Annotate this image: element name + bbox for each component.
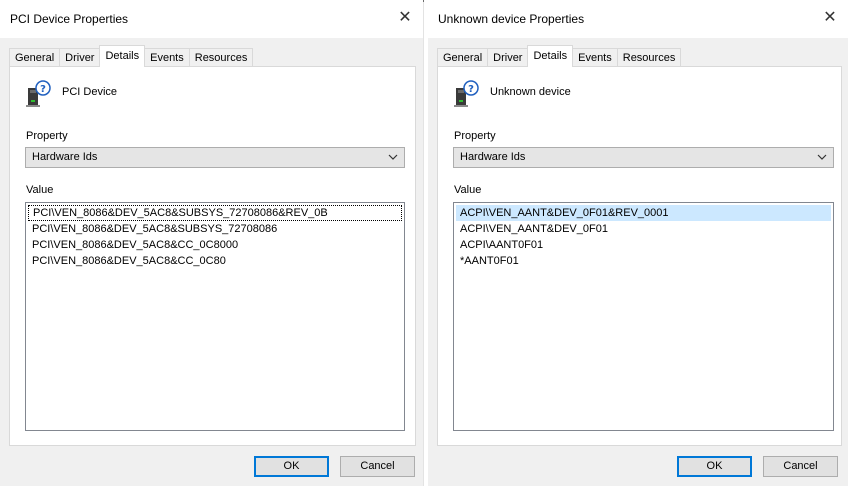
title-bar: PCI Device Properties ✕ [0,0,423,38]
cancel-button[interactable]: Cancel [340,456,415,477]
property-dropdown[interactable]: Hardware Ids [453,147,834,168]
tab-details[interactable]: Details [527,45,574,67]
list-item[interactable]: *AANT0F01 [456,253,831,269]
title-bar: Unknown device Properties ✕ [428,0,848,38]
details-panel: ? PCI Device Property Hardware Ids Value… [9,66,416,446]
list-item[interactable]: PCI\VEN_8086&DEV_5AC8&SUBSYS_72708086 [28,221,402,237]
list-item[interactable]: PCI\VEN_8086&DEV_5AC8&CC_0C80 [28,253,402,269]
close-icon[interactable]: ✕ [395,7,415,27]
tab-driver[interactable]: Driver [59,48,101,67]
pci-device-properties-dialog: PCI Device Properties ✕ General Driver D… [0,0,424,486]
svg-text:?: ? [40,84,46,95]
device-name: PCI Device [62,86,118,98]
details-panel: ? Unknown device Property Hardware Ids V… [437,66,842,446]
ok-button[interactable]: OK [677,456,752,477]
tab-general[interactable]: General [9,48,61,67]
unknown-device-icon: ? [454,80,479,107]
property-label: Property [26,130,68,142]
tab-strip: General Driver Details Events Resources [437,44,682,67]
chevron-down-icon [388,154,398,160]
close-icon[interactable]: ✕ [820,7,840,27]
value-listbox[interactable]: ACPI\VEN_AANT&DEV_0F01&REV_0001 ACPI\VEN… [453,202,834,431]
list-item[interactable]: ACPI\VEN_AANT&DEV_0F01 [456,221,831,237]
chevron-down-icon [817,154,827,160]
dialog-title: PCI Device Properties [10,12,129,26]
dialog-title: Unknown device Properties [438,12,585,26]
property-label: Property [454,130,496,142]
value-label: Value [454,184,482,196]
unknown-device-properties-dialog: Unknown device Properties ✕ General Driv… [428,0,848,486]
ok-button[interactable]: OK [254,456,329,477]
cancel-button[interactable]: Cancel [763,456,838,477]
list-item[interactable]: ACPI\VEN_AANT&DEV_0F01&REV_0001 [456,205,831,221]
tab-events[interactable]: Events [144,48,190,67]
tab-general[interactable]: General [437,48,489,67]
tab-resources[interactable]: Resources [188,48,254,67]
property-dropdown-value: Hardware Ids [460,151,526,163]
tab-events[interactable]: Events [572,48,618,67]
property-dropdown[interactable]: Hardware Ids [25,147,405,168]
list-item[interactable]: PCI\VEN_8086&DEV_5AC8&CC_0C8000 [28,237,402,253]
device-name: Unknown device [490,86,571,98]
tab-resources[interactable]: Resources [616,48,682,67]
list-item[interactable]: PCI\VEN_8086&DEV_5AC8&SUBSYS_72708086&RE… [28,205,402,221]
value-listbox[interactable]: PCI\VEN_8086&DEV_5AC8&SUBSYS_72708086&RE… [25,202,405,431]
value-label: Value [26,184,54,196]
tab-details[interactable]: Details [99,45,146,67]
tab-strip: General Driver Details Events Resources [9,44,254,67]
svg-text:?: ? [468,84,474,95]
list-item[interactable]: ACPI\AANT0F01 [456,237,831,253]
unknown-device-icon: ? [26,80,51,107]
property-dropdown-value: Hardware Ids [32,151,98,163]
tab-driver[interactable]: Driver [487,48,529,67]
